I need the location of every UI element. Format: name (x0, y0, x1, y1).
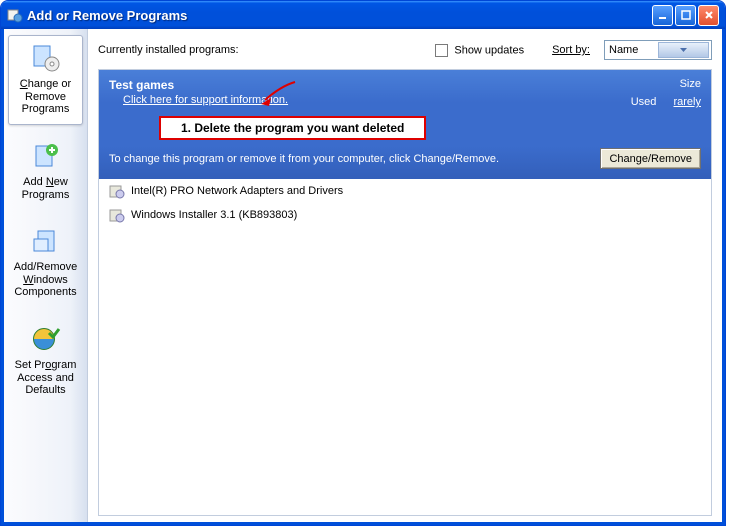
program-item-selected[interactable]: Test games Click here for support inform… (99, 70, 711, 179)
box-cd-icon (30, 42, 62, 74)
window: Add or Remove Programs Change or Remove … (0, 0, 726, 526)
maximize-button[interactable] (675, 5, 696, 26)
sidebar-item-access-defaults[interactable]: Set Program Access and Defaults (8, 316, 83, 406)
sidebar-item-add-new[interactable]: Add New Programs (8, 133, 83, 210)
change-remove-button[interactable]: Change/Remove (600, 148, 701, 169)
support-link[interactable]: Click here for support information. (123, 94, 288, 106)
selected-program-name: Test games (109, 78, 288, 92)
sortby-label: Sort by: (552, 44, 590, 56)
titlebar[interactable]: Add or Remove Programs (1, 1, 725, 29)
sidebar: Change or Remove Programs Add New Progra… (4, 29, 88, 522)
windows-box-icon (30, 225, 62, 257)
show-updates-checkbox[interactable]: Show updates (435, 44, 524, 57)
minimize-button[interactable] (652, 5, 673, 26)
size-header: Size (631, 78, 701, 90)
program-name: Intel(R) PRO Network Adapters and Driver… (131, 185, 343, 197)
sidebar-item-windows-components[interactable]: Add/Remove Windows Components (8, 218, 83, 308)
close-button[interactable] (698, 5, 719, 26)
program-name: Windows Installer 3.1 (KB893803) (131, 209, 297, 221)
installed-label: Currently installed programs: (98, 44, 239, 56)
sidebar-item-change-remove[interactable]: Change or Remove Programs (8, 35, 83, 125)
installer-icon (109, 207, 125, 223)
used-label: Used (631, 96, 657, 108)
sortby-value: Name (609, 44, 658, 56)
used-value[interactable]: rarely (673, 96, 701, 108)
app-icon (7, 7, 23, 23)
program-item[interactable]: Windows Installer 3.1 (KB893803) (99, 203, 711, 227)
checkbox-icon (435, 44, 448, 57)
change-remove-text: To change this program or remove it from… (109, 153, 590, 165)
annotation-callout: 1. Delete the program you want deleted (159, 116, 426, 140)
window-title: Add or Remove Programs (27, 8, 652, 23)
sortby-combo[interactable]: Name (604, 40, 712, 60)
globe-check-icon (30, 323, 62, 355)
chevron-down-icon (658, 42, 709, 58)
program-item[interactable]: Intel(R) PRO Network Adapters and Driver… (99, 179, 711, 203)
box-plus-icon (30, 140, 62, 172)
main-panel: Currently installed programs: Show updat… (88, 29, 722, 522)
installer-icon (109, 183, 125, 199)
program-list[interactable]: Test games Click here for support inform… (98, 69, 712, 516)
